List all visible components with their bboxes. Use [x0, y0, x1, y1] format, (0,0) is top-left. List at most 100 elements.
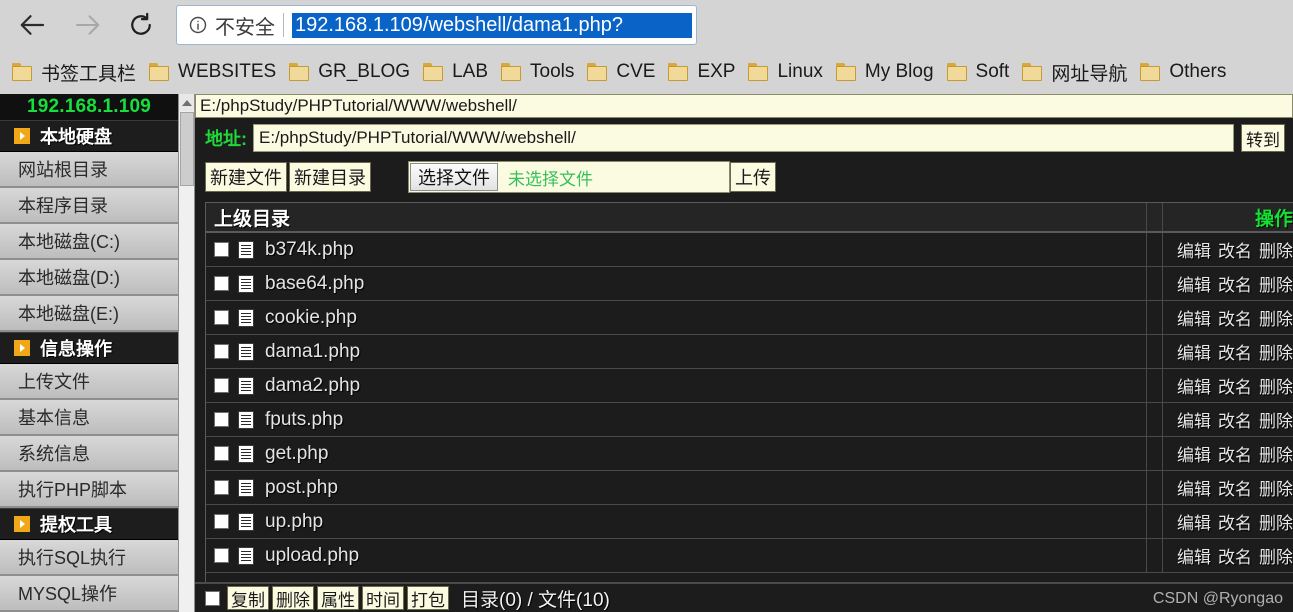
info-circle-icon[interactable] [187, 14, 209, 36]
row-checkbox[interactable] [214, 548, 229, 563]
go-button[interactable]: 转到 [1241, 124, 1285, 152]
new-directory-button[interactable]: 新建目录 [289, 162, 371, 192]
row-checkbox[interactable] [214, 480, 229, 495]
row-op-link[interactable]: 改名 [1218, 339, 1252, 364]
forward-button[interactable] [60, 3, 114, 47]
row-op-link[interactable]: 编辑 [1177, 373, 1211, 398]
sidebar-item[interactable]: 本程序目录 [0, 188, 178, 224]
table-row[interactable]: upload.php 编辑 改名 删除 [206, 539, 1293, 573]
bookmark-item[interactable]: 书签工具栏 [8, 55, 145, 89]
table-row[interactable]: dama2.php 编辑 改名 删除 [206, 369, 1293, 403]
row-checkbox[interactable] [214, 242, 229, 257]
row-op-link[interactable]: 删除 [1259, 373, 1293, 398]
row-checkbox[interactable] [214, 446, 229, 461]
page-scrollbar[interactable] [178, 94, 195, 612]
bookmark-item[interactable]: My Blog [832, 55, 943, 89]
row-op-link[interactable]: 编辑 [1177, 237, 1211, 262]
bottom-action-button[interactable]: 打包 [407, 586, 449, 610]
choose-file-button[interactable]: 选择文件 [410, 163, 498, 191]
row-op-link[interactable]: 编辑 [1177, 407, 1211, 432]
bookmark-item[interactable]: 网址导航 [1018, 55, 1136, 89]
sidebar-item[interactable]: 执行SQL执行 [0, 540, 178, 576]
bookmark-item[interactable]: EXP [664, 55, 744, 89]
table-row[interactable]: cookie.php 编辑 改名 删除 [206, 301, 1293, 335]
file-name-link[interactable]: up.php [265, 511, 323, 533]
row-op-link[interactable]: 删除 [1259, 271, 1293, 296]
bottom-action-button[interactable]: 属性 [317, 586, 359, 610]
bookmark-item[interactable]: Others [1136, 55, 1235, 89]
table-row[interactable]: fputs.php 编辑 改名 删除 [206, 403, 1293, 437]
row-op-link[interactable]: 删除 [1259, 441, 1293, 466]
row-op-link[interactable]: 删除 [1259, 237, 1293, 262]
table-row[interactable]: up.php 编辑 改名 删除 [206, 505, 1293, 539]
row-op-link[interactable]: 改名 [1218, 271, 1252, 296]
row-op-link[interactable]: 编辑 [1177, 441, 1211, 466]
sidebar-item[interactable]: 网站根目录 [0, 152, 178, 188]
row-op-link[interactable]: 改名 [1218, 373, 1252, 398]
upload-button[interactable]: 上传 [730, 162, 776, 192]
file-name-link[interactable]: cookie.php [265, 307, 357, 329]
file-name-link[interactable]: dama2.php [265, 375, 360, 397]
scrollbar-thumb[interactable] [180, 112, 194, 186]
bookmark-item[interactable]: Tools [497, 55, 583, 89]
row-checkbox[interactable] [214, 378, 229, 393]
row-op-link[interactable]: 删除 [1259, 305, 1293, 330]
row-op-link[interactable]: 删除 [1259, 543, 1293, 568]
bookmark-item[interactable]: Linux [744, 55, 831, 89]
row-op-link[interactable]: 删除 [1259, 407, 1293, 432]
file-name-link[interactable]: fputs.php [265, 409, 343, 431]
file-name-link[interactable]: post.php [265, 477, 338, 499]
row-op-link[interactable]: 编辑 [1177, 543, 1211, 568]
row-checkbox[interactable] [214, 514, 229, 529]
address-bar[interactable]: 不安全 192.168.1.109/webshell/dama1.php? [176, 5, 697, 45]
new-file-button[interactable]: 新建文件 [205, 162, 287, 192]
reload-button[interactable] [114, 3, 168, 47]
back-button[interactable] [6, 3, 60, 47]
row-op-link[interactable]: 编辑 [1177, 475, 1211, 500]
table-row[interactable]: base64.php 编辑 改名 删除 [206, 267, 1293, 301]
address-input[interactable]: E:/phpStudy/PHPTutorial/WWW/webshell/ [253, 124, 1234, 152]
row-op-link[interactable]: 改名 [1218, 305, 1252, 330]
row-checkbox[interactable] [214, 412, 229, 427]
file-name-link[interactable]: dama1.php [265, 341, 360, 363]
row-op-link[interactable]: 删除 [1259, 509, 1293, 534]
sidebar-section-header[interactable]: 提权工具 [0, 508, 178, 540]
sidebar-item[interactable]: MYSQL操作 [0, 576, 178, 612]
bookmark-item[interactable]: CVE [583, 55, 664, 89]
row-op-link[interactable]: 删除 [1259, 339, 1293, 364]
row-op-link[interactable]: 编辑 [1177, 305, 1211, 330]
row-op-link[interactable]: 改名 [1218, 237, 1252, 262]
sidebar-item[interactable]: 本地磁盘(E:) [0, 296, 178, 332]
sidebar-item[interactable]: 本地磁盘(C:) [0, 224, 178, 260]
table-row[interactable]: dama1.php 编辑 改名 删除 [206, 335, 1293, 369]
row-op-link[interactable]: 改名 [1218, 543, 1252, 568]
bottom-action-button[interactable]: 时间 [362, 586, 404, 610]
file-name-link[interactable]: get.php [265, 443, 328, 465]
scroll-up-arrow[interactable] [179, 94, 194, 111]
scrollbar-track[interactable] [179, 187, 194, 612]
file-name-link[interactable]: base64.php [265, 273, 364, 295]
url-text[interactable]: 192.168.1.109/webshell/dama1.php? [292, 12, 692, 38]
parent-directory-link[interactable]: 上级目录 [214, 204, 290, 231]
table-row[interactable]: b374k.php 编辑 改名 删除 [206, 233, 1293, 267]
bookmark-item[interactable]: LAB [419, 55, 497, 89]
sidebar-section-header[interactable]: 信息操作 [0, 332, 178, 364]
row-op-link[interactable]: 改名 [1218, 475, 1252, 500]
file-name-link[interactable]: upload.php [265, 545, 359, 567]
bottom-action-button[interactable]: 删除 [272, 586, 314, 610]
file-name-link[interactable]: b374k.php [265, 239, 354, 261]
bookmark-item[interactable]: Soft [943, 55, 1019, 89]
row-checkbox[interactable] [214, 276, 229, 291]
row-op-link[interactable]: 改名 [1218, 509, 1252, 534]
row-op-link[interactable]: 编辑 [1177, 271, 1211, 296]
row-op-link[interactable]: 编辑 [1177, 339, 1211, 364]
sidebar-item[interactable]: 本地磁盘(D:) [0, 260, 178, 296]
row-checkbox[interactable] [214, 344, 229, 359]
row-op-link[interactable]: 删除 [1259, 475, 1293, 500]
sidebar-item[interactable]: 系统信息 [0, 436, 178, 472]
row-op-link[interactable]: 编辑 [1177, 509, 1211, 534]
table-row[interactable]: post.php 编辑 改名 删除 [206, 471, 1293, 505]
select-all-checkbox[interactable] [205, 590, 220, 606]
bookmark-item[interactable]: GR_BLOG [285, 55, 419, 89]
file-picker[interactable]: 选择文件 未选择文件 [408, 161, 730, 193]
